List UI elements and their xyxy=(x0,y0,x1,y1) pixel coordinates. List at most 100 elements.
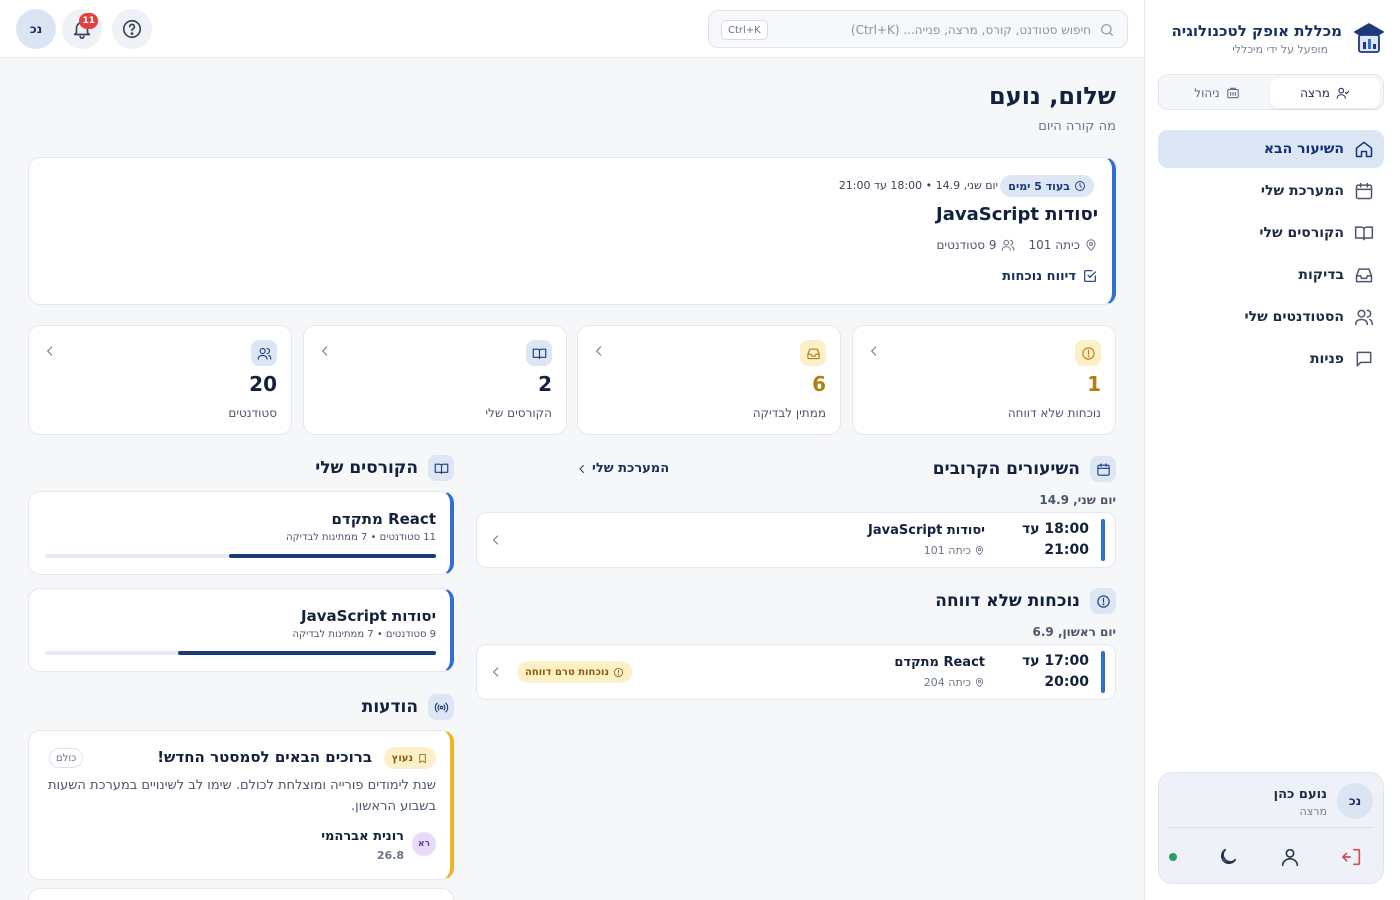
search-bar[interactable]: Ctrl+K xyxy=(708,10,1128,48)
lesson-start: 17:00 עד xyxy=(1021,653,1089,669)
course-progress-track xyxy=(45,651,436,655)
course-title: React מתקדם xyxy=(331,510,436,528)
search-input[interactable] xyxy=(791,19,1091,41)
students-text: 9 סטודנטים xyxy=(936,238,997,252)
stat-label: סטודנטים xyxy=(228,406,277,420)
upcoming-section-header: השיעורים הקרובים xyxy=(933,456,1116,482)
notifications-button[interactable]: 11 xyxy=(62,9,102,49)
nav-label: המערכת שלי xyxy=(1260,183,1344,199)
announcement-card[interactable] xyxy=(28,888,454,900)
course-meta: 9 סטודנטים • 7 ממתינות לבדיקה xyxy=(292,629,436,640)
stat-card-pending-grading[interactable]: 6 ממתין לבדיקה xyxy=(577,325,841,435)
day-label: יום שני, 14.9 xyxy=(1039,493,1116,507)
countdown-badge: בעוד 5 ימים xyxy=(1000,175,1094,197)
stat-label: נוכחות שלא דווחה xyxy=(1007,406,1101,420)
topbar: Ctrl+K 11 נכ xyxy=(0,0,1144,58)
nav-label: בדיקות xyxy=(1298,267,1344,283)
help-button[interactable] xyxy=(112,9,152,49)
nav-item-next-lesson[interactable]: השיעור הבא xyxy=(1158,130,1384,168)
stat-icon-box xyxy=(1075,340,1101,366)
announcement-body: שנת לימודים פורייה ומוצלחת לכולם. שימו ל… xyxy=(47,778,436,814)
logout-icon[interactable] xyxy=(1341,846,1363,868)
course-card[interactable]: React מתקדם 11 סטודנטים • 7 ממתינות לבדי… xyxy=(28,491,454,575)
alert-circle-icon xyxy=(613,667,624,678)
moon-icon[interactable] xyxy=(1217,846,1239,868)
online-status-dot xyxy=(1169,853,1177,861)
day-label: יום ראשון, 6.9 xyxy=(1032,625,1117,639)
bookmark-icon xyxy=(417,753,428,764)
chevron-left-icon xyxy=(489,665,503,679)
courses-section-header: הקורסים שלי xyxy=(315,455,454,481)
nav-item-students[interactable]: הסטודנטים שלי xyxy=(1158,298,1384,336)
lesson-room: כיתה 204 xyxy=(924,676,985,689)
lesson-row[interactable]: 17:00 עד 20:00 React מתקדם כיתה 204 נוכח… xyxy=(476,644,1116,700)
building-icon xyxy=(1226,86,1240,100)
nav-label: הקורסים שלי xyxy=(1259,225,1344,241)
stat-card-students[interactable]: 20 סטודנטים xyxy=(28,325,292,435)
lesson-room: כיתה 101 xyxy=(1029,238,1098,252)
nav-item-schedule[interactable]: המערכת שלי xyxy=(1158,172,1384,210)
report-attendance-label: דיווח נוכחות xyxy=(1002,268,1076,284)
schedule-link[interactable]: המערכת שלי xyxy=(576,461,669,476)
nav-label: פניות xyxy=(1309,351,1344,367)
room-text: כיתה 204 xyxy=(923,676,971,689)
section-icon-box xyxy=(428,455,454,481)
lesson-start: 18:00 עד xyxy=(1021,521,1089,537)
schedule-link-label: המערכת שלי xyxy=(592,461,670,476)
nav-item-grading[interactable]: בדיקות xyxy=(1158,256,1384,294)
lesson-students: 9 סטודנטים xyxy=(936,238,1014,252)
alert-circle-icon xyxy=(1081,346,1096,361)
course-progress-track xyxy=(45,554,436,558)
lesson-time: יום שני, 14.9 • 18:00 עד 21:00 xyxy=(838,179,998,192)
role-lecturer-tab[interactable]: מרצה xyxy=(1270,78,1380,108)
report-attendance-button[interactable]: דיווח נוכחות xyxy=(1002,268,1098,284)
audience-badge: כולם xyxy=(49,748,84,768)
next-lesson-card[interactable]: בעוד 5 ימים יום שני, 14.9 • 18:00 עד 21:… xyxy=(28,157,1116,305)
clock-icon xyxy=(1074,180,1086,192)
role-switch: מרצה ניהול xyxy=(1158,74,1384,110)
chevron-left-icon xyxy=(576,463,588,475)
stat-card-unreported[interactable]: 1 נוכחות שלא דווחה xyxy=(852,325,1116,435)
book-icon xyxy=(532,346,547,361)
stat-value: 2 xyxy=(538,372,552,396)
shortcut-hint: Ctrl+K xyxy=(721,20,768,40)
brand[interactable]: מכללת אופק לטכנולוגיה מופעל על ידי מיכלל… xyxy=(1158,20,1386,60)
avatar[interactable]: נכ xyxy=(16,9,56,49)
lesson-end: 21:00 xyxy=(1044,542,1089,558)
stat-card-courses[interactable]: 2 הקורסים שלי xyxy=(303,325,567,435)
nav-item-courses[interactable]: הקורסים שלי xyxy=(1158,214,1384,252)
lesson-row[interactable]: 18:00 עד 21:00 יסודות JavaScript כיתה 10… xyxy=(476,512,1116,568)
author-name: רונית אברהמי xyxy=(321,829,404,844)
section-icon-box xyxy=(1090,456,1116,482)
stat-label: הקורסים שלי xyxy=(485,406,552,420)
stat-value: 6 xyxy=(812,372,826,396)
course-progress-fill xyxy=(228,554,436,558)
user-card: נכ נועם כהן מרצה xyxy=(1158,772,1384,884)
broadcast-icon xyxy=(434,700,449,715)
role-admin-tab[interactable]: ניהול xyxy=(1162,78,1272,108)
nav-item-inquiries[interactable]: פניות xyxy=(1158,340,1384,378)
main-content: שלום, נועם מה קורה היום בעוד 5 ימים יום … xyxy=(0,58,1144,900)
calendar-icon xyxy=(1096,462,1111,477)
unreported-section-header: נוכחות שלא דווחה xyxy=(935,588,1116,614)
announcement-title: ברוכים הבאים לסמסטר החדש! xyxy=(157,748,372,766)
book-icon xyxy=(434,461,449,476)
user-check-icon xyxy=(1336,86,1350,100)
chevron-left-icon xyxy=(489,533,503,547)
stats-row: 1 נוכחות שלא דווחה 6 ממתין לבדיקה 2 הקור… xyxy=(28,325,1116,435)
users-icon xyxy=(1001,238,1015,252)
chevron-left-icon xyxy=(592,344,606,358)
avatar[interactable]: נכ xyxy=(1337,783,1373,819)
course-card[interactable]: יסודות JavaScript 9 סטודנטים • 7 ממתינות… xyxy=(28,588,454,672)
announcement-card[interactable]: נעוץ ברוכים הבאים לסמסטר החדש! כולם שנת … xyxy=(28,730,454,880)
announcement-date: 26.8 xyxy=(376,849,404,862)
lesson-accent-bar xyxy=(1101,651,1105,693)
page-title: שלום, נועם xyxy=(989,82,1116,110)
help-circle-icon xyxy=(121,18,143,40)
users-icon xyxy=(257,346,272,361)
section-title: נוכחות שלא דווחה xyxy=(935,591,1080,611)
profile-icon[interactable] xyxy=(1279,846,1301,868)
section-title: הודעות xyxy=(361,697,418,717)
message-icon xyxy=(1354,349,1374,369)
map-pin-icon xyxy=(974,677,985,688)
